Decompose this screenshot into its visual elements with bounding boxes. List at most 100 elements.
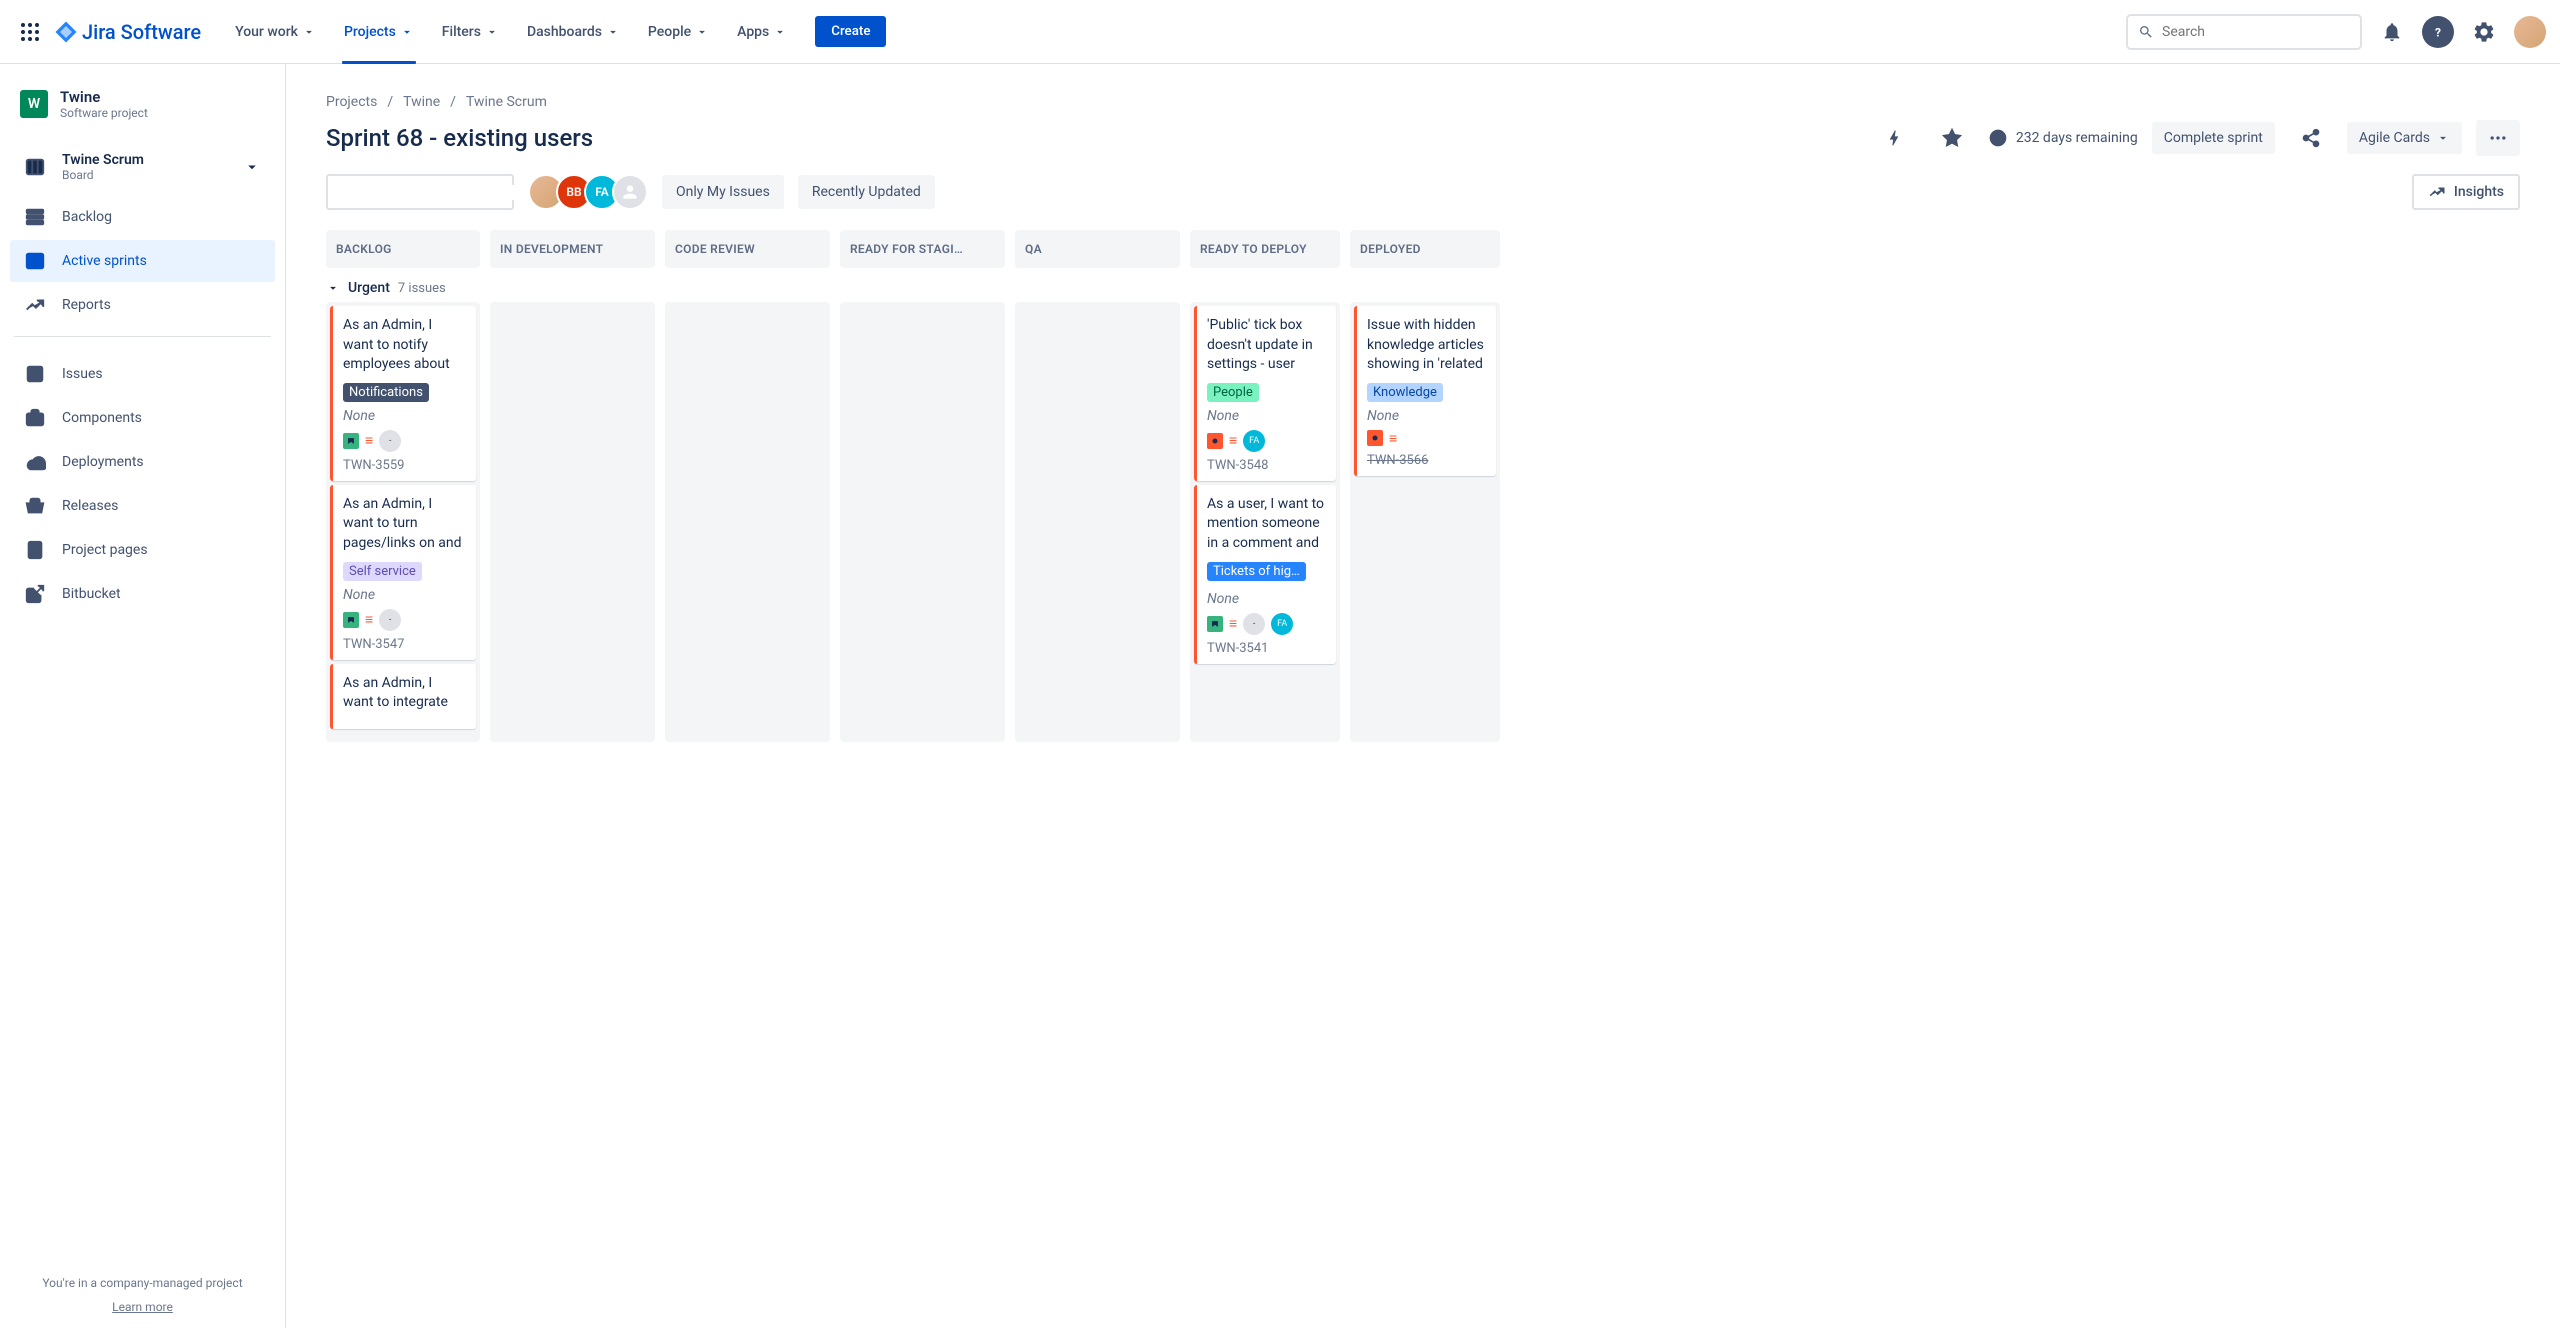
assignee-avatar: FA (1271, 613, 1293, 635)
sidebar-item-project-pages[interactable]: Project pages (10, 529, 275, 571)
column-header: IN DEVELOPMENT (490, 230, 655, 268)
share-icon[interactable] (2289, 120, 2333, 156)
story-icon (343, 612, 359, 628)
card-title: As an Admin, I want to notify employees … (343, 316, 466, 375)
issue-card[interactable]: 'Public' tick box doesn't update in sett… (1194, 306, 1336, 481)
column-ready-staging[interactable] (840, 302, 1005, 742)
card-none: None (1207, 591, 1326, 607)
issue-card[interactable]: Issue with hidden knowledge articles sho… (1354, 306, 1496, 476)
issue-card[interactable]: As an Admin, I want to turn pages/links … (330, 485, 476, 660)
days-remaining: 232 days remaining (1988, 128, 2138, 148)
components-icon (24, 407, 46, 429)
more-actions-button[interactable] (2476, 120, 2520, 156)
card-title: 'Public' tick box doesn't update in sett… (1207, 316, 1326, 375)
card-title: Issue with hidden knowledge articles sho… (1367, 316, 1486, 375)
breadcrumb-projects[interactable]: Projects (326, 94, 377, 110)
nav-people[interactable]: People (638, 16, 719, 48)
sidebar-item-backlog[interactable]: Backlog (10, 196, 275, 238)
epic-tag[interactable]: Self service (343, 562, 422, 581)
product-name: Jira Software (82, 20, 201, 44)
help-icon[interactable]: ? (2422, 16, 2454, 48)
column-backlog[interactable]: As an Admin, I want to notify employees … (326, 302, 480, 742)
complete-sprint-button[interactable]: Complete sprint (2152, 122, 2275, 154)
nav-apps[interactable]: Apps (727, 16, 797, 48)
profile-avatar[interactable] (2514, 16, 2546, 48)
column-header: CODE REVIEW (665, 230, 830, 268)
sidebar-item-active-sprints[interactable]: Active sprints (10, 240, 275, 282)
column-in-development[interactable] (490, 302, 655, 742)
create-button[interactable]: Create (815, 16, 886, 47)
assignee-avatar-unassigned[interactable] (612, 174, 648, 210)
nav-filters[interactable]: Filters (432, 16, 509, 48)
epic-tag[interactable]: People (1207, 383, 1259, 402)
chevron-down-icon (695, 25, 709, 39)
epic-tag[interactable]: Tickets of hig… (1207, 562, 1306, 581)
board-icon (24, 156, 46, 178)
chevron-down-icon (243, 158, 261, 176)
issue-card[interactable]: As a user, I want to mention someone in … (1194, 485, 1336, 664)
star-icon[interactable] (1930, 120, 1974, 156)
board-search-input[interactable] (338, 185, 515, 200)
priority-icon: ≡ (1229, 615, 1237, 632)
nav-projects[interactable]: Projects (334, 16, 424, 48)
issue-card[interactable]: As an Admin, I want to notify employees … (330, 306, 476, 481)
column-qa[interactable] (1015, 302, 1180, 742)
column-header: READY FOR STAGI… (840, 230, 1005, 268)
priority-icon: ≡ (1389, 430, 1397, 447)
project-sidebar: W Twine Software project Twine Scrum Boa… (0, 64, 286, 1328)
sidebar-item-releases[interactable]: Releases (10, 485, 275, 527)
pages-icon (24, 539, 46, 561)
project-name: Twine (60, 88, 148, 106)
story-icon (1207, 616, 1223, 632)
breadcrumb-board[interactable]: Twine Scrum (466, 94, 547, 110)
issue-key: TWN-3548 (1207, 458, 1326, 473)
nav-your-work[interactable]: Your work (225, 16, 326, 48)
priority-icon: ≡ (1229, 432, 1237, 449)
recently-updated-button[interactable]: Recently Updated (798, 175, 935, 209)
board-toolbar: BB FA Only My Issues Recently Updated In… (326, 174, 2520, 210)
column-header: READY TO DEPLOY (1190, 230, 1340, 268)
breadcrumb-project[interactable]: Twine (403, 94, 440, 110)
automation-icon[interactable] (1872, 120, 1916, 156)
chevron-down-icon (302, 25, 316, 39)
only-my-issues-button[interactable]: Only My Issues (662, 175, 784, 209)
sidebar-item-bitbucket[interactable]: Bitbucket (10, 573, 275, 615)
column-header: QA (1015, 230, 1180, 268)
znavbar-item-issues[interactable]: Issues (10, 353, 275, 395)
notifications-icon[interactable] (2376, 16, 2408, 48)
nav-dashboards[interactable]: Dashboards (517, 16, 630, 48)
sidebar-item-components[interactable]: Components (10, 397, 275, 439)
sidebar-item-deployments[interactable]: Deployments (10, 441, 275, 483)
column-code-review[interactable] (665, 302, 830, 742)
deployments-icon (24, 451, 46, 473)
global-search[interactable] (2126, 14, 2362, 50)
issue-key: TWN-3559 (343, 458, 466, 473)
card-none: None (1207, 408, 1326, 424)
card-title: As a user, I want to mention someone in … (1207, 495, 1326, 554)
issue-card[interactable]: As an Admin, I want to integrate (330, 664, 476, 729)
epic-tag[interactable]: Notifications (343, 383, 429, 402)
agile-cards-button[interactable]: Agile Cards (2347, 122, 2462, 154)
bug-icon (1367, 430, 1383, 446)
search-input[interactable] (2162, 24, 2350, 40)
column-ready-to-deploy[interactable]: 'Public' tick box doesn't update in sett… (1190, 302, 1340, 742)
epic-tag[interactable]: Knowledge (1367, 383, 1443, 402)
column-deployed[interactable]: Issue with hidden knowledge articles sho… (1350, 302, 1500, 742)
board-columns: As an Admin, I want to notify employees … (326, 302, 2520, 742)
story-icon (343, 433, 359, 449)
issue-key: TWN-3541 (1207, 641, 1326, 656)
unassigned-avatar: - (379, 609, 401, 631)
sidebar-item-reports[interactable]: Reports (10, 284, 275, 326)
backlog-icon (24, 206, 46, 228)
jira-logo[interactable]: Jira Software (54, 20, 201, 44)
learn-more-link[interactable]: Learn more (0, 1300, 285, 1314)
card-title: As an Admin, I want to integrate (343, 674, 466, 713)
board-search[interactable] (326, 174, 514, 210)
board-selector[interactable]: Twine Scrum Board (10, 144, 275, 190)
card-none: None (343, 587, 466, 603)
settings-icon[interactable] (2468, 16, 2500, 48)
insights-button[interactable]: Insights (2412, 174, 2520, 210)
project-header[interactable]: W Twine Software project (10, 84, 275, 124)
app-switcher-icon[interactable] (14, 16, 46, 48)
swimlane-header[interactable]: Urgent 7 issues (326, 274, 2520, 302)
